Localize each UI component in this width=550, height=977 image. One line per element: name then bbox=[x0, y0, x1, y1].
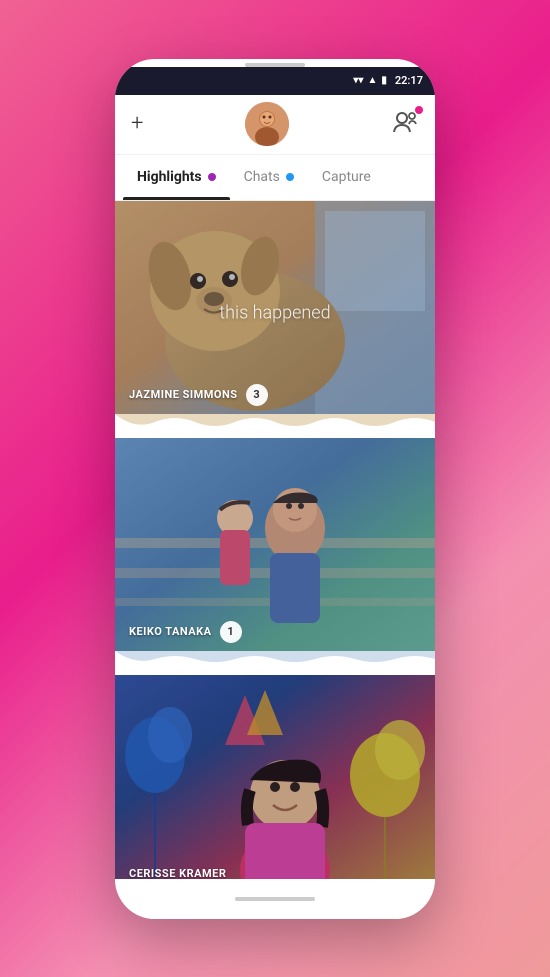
cerisse-username: CERISSE KRAMER bbox=[129, 867, 226, 879]
tab-bar: Highlights Chats Capture bbox=[115, 155, 435, 201]
tab-highlights-label: Highlights bbox=[137, 169, 202, 185]
tab-capture-label: Capture bbox=[322, 169, 371, 185]
story-photo-cerisse bbox=[115, 675, 435, 879]
jazmine-user-info: JAZMINE SIMMONS 3 bbox=[129, 384, 268, 406]
content-area: this happened JAZMINE SIMMONS 3 bbox=[115, 201, 435, 879]
keiko-count-badge: 1 bbox=[220, 621, 242, 643]
tab-capture[interactable]: Capture bbox=[308, 155, 385, 200]
status-time: 22:17 bbox=[395, 74, 423, 87]
jazmine-username: JAZMINE SIMMONS bbox=[129, 388, 238, 401]
tab-highlights[interactable]: Highlights bbox=[123, 155, 230, 200]
story-cerisse[interactable]: CERISSE KRAMER bbox=[115, 675, 435, 879]
wifi-icon: ▾▾ bbox=[353, 75, 363, 86]
this-happened-text: this happened bbox=[219, 303, 330, 324]
tab-chats-label: Chats bbox=[244, 169, 280, 185]
wave-divider-2 bbox=[115, 651, 435, 675]
jazmine-count-badge: 3 bbox=[246, 384, 268, 406]
battery-icon: ▮ bbox=[381, 75, 387, 86]
tab-chats[interactable]: Chats bbox=[230, 155, 308, 200]
status-bar: ▾▾ ▲ ▮ 22:17 bbox=[115, 67, 435, 95]
story-keiko[interactable]: KEIKO TANAKA 1 bbox=[115, 438, 435, 663]
keiko-username: KEIKO TANAKA bbox=[129, 625, 212, 638]
cerisse-user-info: CERISSE KRAMER bbox=[129, 867, 226, 879]
user-avatar[interactable] bbox=[245, 102, 289, 146]
keiko-user-info: KEIKO TANAKA 1 bbox=[129, 621, 242, 643]
phone-frame: ▾▾ ▲ ▮ 22:17 + bbox=[115, 59, 435, 919]
home-indicator[interactable] bbox=[235, 897, 315, 901]
add-button[interactable]: + bbox=[131, 113, 143, 135]
story-jazmine[interactable]: this happened JAZMINE SIMMONS 3 bbox=[115, 201, 435, 426]
wave-divider-1 bbox=[115, 414, 435, 438]
phone-bottom bbox=[115, 879, 435, 919]
signal-icon: ▲ bbox=[367, 75, 377, 86]
phone-notch bbox=[115, 59, 435, 67]
chats-dot bbox=[286, 173, 294, 181]
highlights-dot bbox=[208, 173, 216, 181]
contacts-badge bbox=[415, 106, 423, 114]
status-icons: ▾▾ ▲ ▮ 22:17 bbox=[353, 74, 423, 87]
contacts-button[interactable] bbox=[391, 108, 419, 140]
app-header: + bbox=[115, 95, 435, 155]
